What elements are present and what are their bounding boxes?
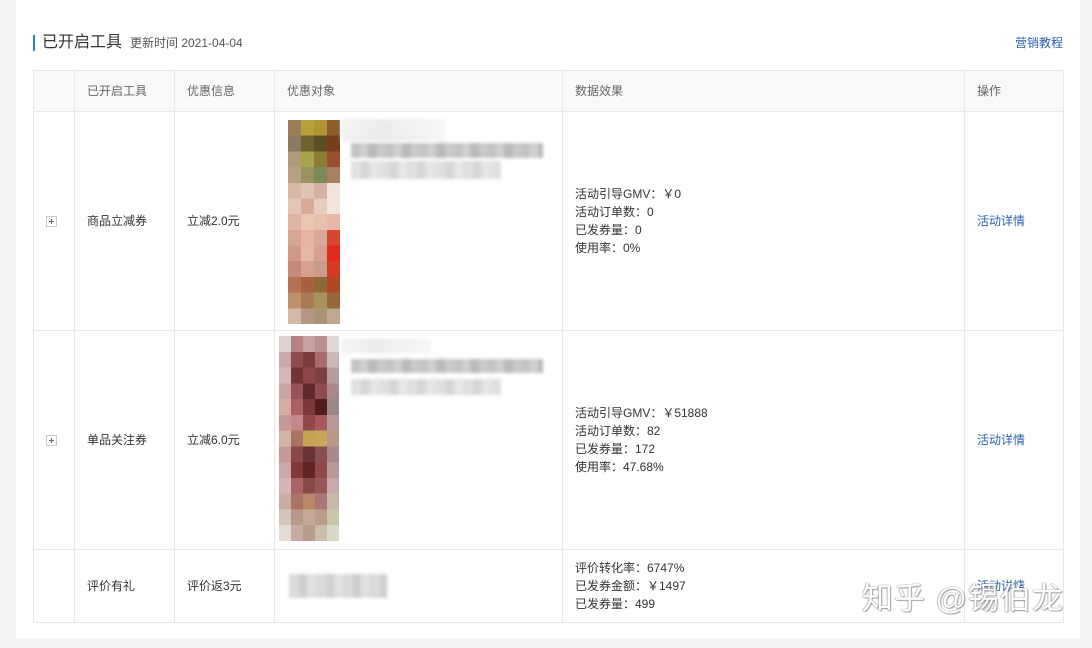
stat-usage-rate: 使用率：0%	[575, 241, 641, 255]
target-content	[276, 551, 562, 622]
effect-cell: 评价转化率：6747% 已发券金额：￥1497 已发券量：499	[562, 549, 965, 623]
activity-detail-link[interactable]: 活动详情	[977, 579, 1025, 593]
redacted-product-title	[351, 359, 543, 373]
redacted-product-tag	[341, 119, 445, 141]
expand-button[interactable]	[46, 216, 57, 228]
section-title: 已开启工具	[42, 34, 123, 51]
target-content	[276, 332, 562, 549]
discount-info: 立减2.0元	[174, 111, 275, 331]
expand-cell	[33, 549, 75, 623]
table-row: 商品立减券 立减2.0元 活动引导GMV：￥0 活动订单数：0 已发券量：0 使…	[33, 111, 1064, 331]
target-cell	[274, 330, 563, 550]
plus-icon	[47, 436, 56, 445]
table-row: 单品关注券 立减6.0元 活动引导GMV：￥51888 活动订单数：82 已发券…	[33, 330, 1064, 550]
redacted-product-title	[351, 143, 543, 158]
redacted-product-subtitle	[351, 379, 501, 395]
column-header-discount: 优惠信息	[174, 70, 275, 112]
stat-gmv: 活动引导GMV：￥0	[575, 187, 682, 201]
expand-button[interactable]	[46, 435, 57, 447]
tools-table: 已开启工具 优惠信息 优惠对象 数据效果 操作 商品立减券 立减2.0元 活动引…	[33, 70, 1064, 623]
effect-cell: 活动引导GMV：￥0 活动订单数：0 已发券量：0 使用率：0%	[562, 111, 965, 331]
stat-orders: 活动订单数：0	[575, 205, 654, 219]
activity-detail-link[interactable]: 活动详情	[977, 214, 1025, 228]
tool-name: 评价有礼	[74, 549, 175, 623]
column-header-effect: 数据效果	[562, 70, 965, 112]
stat-coupons-issued: 已发券量：0	[575, 223, 642, 237]
table-header-row: 已开启工具 优惠信息 优惠对象 数据效果 操作	[33, 70, 1064, 112]
product-thumbnail	[279, 336, 339, 541]
stat-coupons-issued: 已发券量：499	[575, 597, 656, 611]
product-thumbnail	[288, 120, 340, 324]
stat-usage-rate: 使用率：47.68%	[575, 460, 664, 474]
stat-orders: 活动订单数：82	[575, 424, 661, 438]
action-cell: 活动详情	[964, 330, 1064, 550]
expand-cell	[33, 330, 75, 550]
target-cell	[274, 549, 563, 623]
stat-gmv: 活动引导GMV：￥51888	[575, 406, 708, 420]
redacted-product-subtitle	[351, 161, 501, 179]
effect-cell: 活动引导GMV：￥51888 活动订单数：82 已发券量：172 使用率：47.…	[562, 330, 965, 550]
target-cell	[274, 111, 563, 331]
stat-conversion-rate: 评价转化率：6747%	[575, 561, 685, 575]
target-content	[276, 113, 562, 330]
column-header-target: 优惠对象	[274, 70, 563, 112]
action-cell: 活动详情	[964, 111, 1064, 331]
column-header-expand	[33, 70, 75, 112]
marketing-tutorial-link[interactable]: 营销教程	[1015, 35, 1063, 51]
tool-name: 商品立减券	[74, 111, 175, 331]
action-cell: 活动详情	[964, 549, 1064, 623]
table-row: 评价有礼 评价返3元 评价转化率：6747% 已发券金额：￥1497 已发券量：…	[33, 549, 1064, 623]
section-accent-bar	[33, 35, 35, 51]
stat-coupon-amount: 已发券金额：￥1497	[575, 579, 686, 593]
redacted-target-text	[289, 574, 387, 598]
column-header-action: 操作	[964, 70, 1064, 112]
update-time: 更新时间 2021-04-04	[130, 36, 243, 50]
redacted-product-tag	[341, 339, 431, 353]
discount-info: 评价返3元	[174, 549, 275, 623]
plus-icon	[47, 217, 56, 226]
tools-panel: 已开启工具 更新时间 2021-04-04 营销教程 已开启工具 优惠信息 优惠…	[16, 0, 1080, 638]
tool-name: 单品关注券	[74, 330, 175, 550]
stat-coupons-issued: 已发券量：172	[575, 442, 656, 456]
column-header-tool: 已开启工具	[74, 70, 175, 112]
expand-cell	[33, 111, 75, 331]
discount-info: 立减6.0元	[174, 330, 275, 550]
activity-detail-link[interactable]: 活动详情	[977, 433, 1025, 447]
